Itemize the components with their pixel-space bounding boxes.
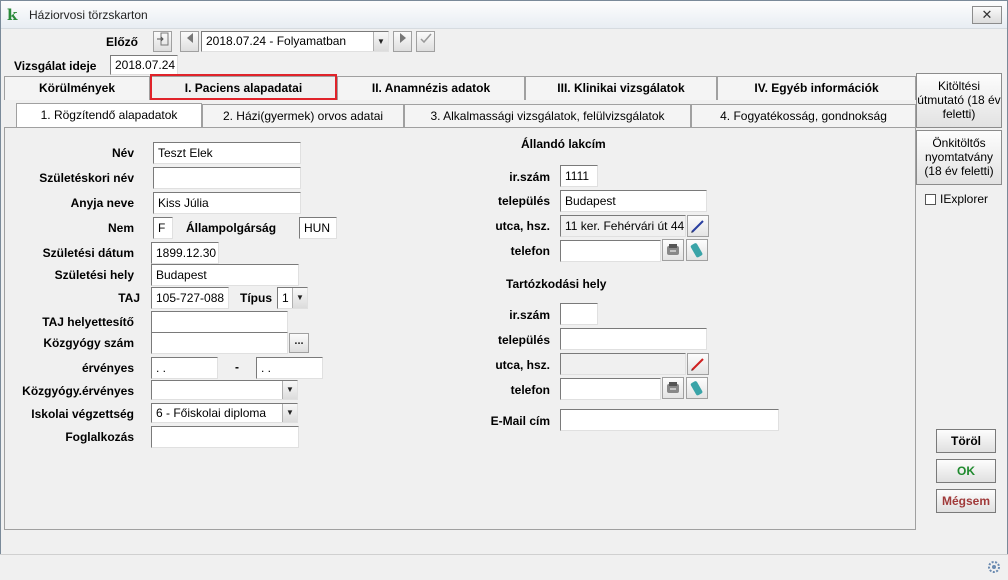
ervenyes-to-field[interactable]: . .: [256, 357, 323, 379]
taj-label: TAJ: [118, 291, 140, 305]
visit-select-value: 2018.07.24 - Folyamatban: [206, 34, 347, 48]
t-utca-label: utca, hsz.: [495, 358, 550, 372]
edit-pencil-icon[interactable]: [687, 215, 709, 237]
nev-label: Név: [111, 146, 134, 160]
irszam-field[interactable]: 1111: [560, 165, 598, 187]
chevron-down-icon: ▼: [373, 32, 388, 51]
mobile-phone-icon[interactable]: [686, 239, 708, 261]
taj-helyettesito-field[interactable]: [151, 311, 288, 333]
szul-datum-field[interactable]: 1899.12.30: [151, 242, 219, 264]
active-tab-highlight: [150, 74, 337, 100]
szuletesi-nev-label: Születéskori név: [39, 171, 134, 185]
prev-arrow-icon[interactable]: [180, 31, 199, 52]
self-fill-form-button[interactable]: Önkitöltős nyomtatvány (18 év feletti): [916, 130, 1002, 185]
utca-field[interactable]: 11 ker. Fehérvári út 44: [560, 215, 686, 237]
tab-egyeb[interactable]: IV. Egyéb információk: [717, 76, 916, 100]
telefon-label: telefon: [510, 244, 550, 258]
iexplorer-label: IExplorer: [940, 192, 989, 206]
telepules-label: település: [497, 194, 550, 208]
window-title: Háziorvosi törzskarton: [29, 8, 148, 22]
tipus-value: 1: [282, 291, 289, 305]
tipus-select[interactable]: 1 ▼: [277, 287, 308, 309]
szul-hely-field[interactable]: Budapest: [151, 264, 299, 286]
nev-field[interactable]: Teszt Elek: [153, 142, 301, 164]
mobile-phone-icon[interactable]: [686, 377, 708, 399]
exam-date-label: Vizsgálat ideje: [14, 59, 97, 73]
anyja-neve-label: Anyja neve: [70, 196, 134, 210]
phone-icon[interactable]: [662, 239, 684, 261]
tab-korulmenyek[interactable]: Körülmények: [4, 76, 150, 100]
utca-label: utca, hsz.: [495, 219, 550, 233]
foglalkozas-label: Foglalkozás: [65, 430, 134, 444]
tab-anamnezis[interactable]: II. Anamnézis adatok: [337, 76, 525, 100]
chevron-down-icon: ▼: [292, 288, 307, 308]
email-field[interactable]: [560, 409, 779, 431]
prev-label: Előző: [106, 35, 138, 49]
status-bar: [0, 554, 1008, 580]
check-icon[interactable]: [416, 31, 435, 52]
t-irszam-field[interactable]: [560, 303, 598, 325]
taj-field[interactable]: 105-727-088: [151, 287, 229, 309]
visit-select[interactable]: 2018.07.24 - Folyamatban ▼: [201, 31, 389, 52]
t-telepules-field[interactable]: [560, 328, 707, 350]
t-telefon-field[interactable]: [560, 378, 661, 400]
taj-helyettesito-label: TAJ helyettesítő: [42, 315, 134, 329]
edit-pencil-red-icon[interactable]: [687, 353, 709, 375]
chevron-down-icon: ▼: [282, 404, 297, 422]
close-button[interactable]: ✕: [972, 6, 1002, 24]
szul-datum-label: Születési dátum: [42, 246, 134, 260]
guide-button[interactable]: Kitöltési útmutató (18 év feletti): [916, 73, 1002, 128]
t-telepules-label: település: [497, 333, 550, 347]
allampolgarsag-label: Állampolgárság: [186, 221, 277, 235]
kozgyogy-lookup-button[interactable]: ...: [289, 333, 309, 353]
delete-button[interactable]: Töröl: [936, 429, 996, 453]
exam-date-field[interactable]: 2018.07.24: [110, 55, 178, 75]
kozgyogy-field[interactable]: [151, 332, 288, 354]
szul-hely-label: Születési hely: [54, 268, 134, 282]
email-label: E-Mail cím: [490, 414, 550, 428]
tipus-label: Típus: [240, 291, 272, 305]
t-telefon-label: telefon: [510, 383, 550, 397]
ok-button[interactable]: OK: [936, 459, 996, 483]
szuletesi-nev-field[interactable]: [153, 167, 301, 189]
next-arrow-icon[interactable]: [393, 31, 412, 52]
kozgyogy-erv-label: Közgyógy.érvényes: [22, 384, 134, 398]
telepules-field[interactable]: Budapest: [560, 190, 707, 212]
form-panel: [4, 127, 916, 530]
permanent-address-title: Állandó lakcím: [521, 137, 606, 151]
phone-icon[interactable]: [662, 377, 684, 399]
subtab-fogyatekossag[interactable]: 4. Fogyatékosság, gondnokság: [691, 104, 916, 128]
telefon-field[interactable]: [560, 240, 661, 262]
ervenyes-separator: -: [235, 360, 239, 374]
iskola-select[interactable]: 6 - Főiskolai diploma ▼: [151, 403, 298, 423]
kozgyogy-label: Közgyógy szám: [43, 336, 134, 350]
irszam-label: ir.szám: [509, 170, 550, 184]
ervenyes-label: érvényes: [81, 361, 134, 375]
allampolgarsag-field[interactable]: HUN: [299, 217, 337, 239]
subtab-rogzitendo[interactable]: 1. Rögzítendő alapadatok: [16, 103, 202, 127]
subtab-alkalmassagi[interactable]: 3. Alkalmassági vizsgálatok, felülvizsgá…: [404, 104, 691, 128]
temp-address-title: Tartózkodási hely: [506, 277, 607, 291]
t-irszam-label: ir.szám: [509, 308, 550, 322]
subtab-hazi-orvos[interactable]: 2. Házi(gyermek) orvos adatai: [202, 104, 404, 128]
app-logo-icon: k: [7, 6, 18, 24]
iskola-label: Iskolai végzettség: [31, 407, 134, 421]
ervenyes-from-field[interactable]: . .: [151, 357, 218, 379]
iexplorer-checkbox[interactable]: [925, 194, 936, 205]
iskola-value: 6 - Főiskolai diploma: [156, 406, 267, 420]
chevron-down-icon: ▼: [282, 381, 297, 399]
nem-field[interactable]: F: [153, 217, 173, 239]
import-icon[interactable]: [153, 31, 172, 52]
title-bar: k Háziorvosi törzskarton ✕: [1, 1, 1007, 29]
tab-klinikai[interactable]: III. Klinikai vizsgálatok: [525, 76, 717, 100]
t-utca-field[interactable]: [560, 353, 686, 375]
cancel-button[interactable]: Mégsem: [936, 489, 996, 513]
settings-gear-icon[interactable]: [986, 559, 1002, 575]
foglalkozas-field[interactable]: [151, 426, 299, 448]
kozgyogy-erv-select[interactable]: ▼: [151, 380, 298, 400]
nem-label: Nem: [107, 221, 134, 235]
anyja-neve-field[interactable]: Kiss Júlia: [153, 192, 301, 214]
